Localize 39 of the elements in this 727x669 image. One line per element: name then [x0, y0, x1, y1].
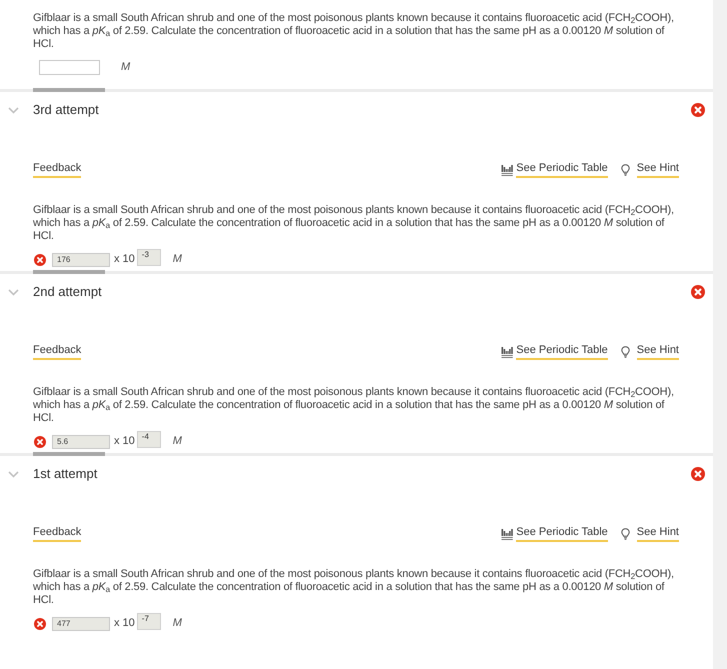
question-text: Gifblaar is a small South African shrub and one of the most poisonous plants known because it contains fluoroacetic acid (FCH$_{2}$COOH), which has a pK$_{a}$ of 2.59. Calculate the concentration of fluoroacetic acid in a solution that has the same pH as a 0.00120 M solution of HCl. [33, 386, 675, 425]
attempt-title: 3rd attempt [33, 101, 99, 120]
question-text: Gifblaar is a small South African shrub and one of the most poisonous plants known because it contains fluoroacetic acid (FCH$_{2}$COOH), which has a pK$_{a}$ of 2.59. Calculate the concentration of fluoroacetic acid in a solution that has the same pH as a 0.00120 M solution of HCl. [33, 204, 675, 243]
unit-label: M [172, 616, 182, 632]
question-text: Gifblaar is a small South African shrub and one of the most poisonous plants known because it contains fluoroacetic acid (FCH$_{2}$COOH), which has a pK$_{a}$ of 2.59. Calculate the concentration of fluoroacetic acid in a solution that has the same pH as a 0.00120 M solution of HCl. [33, 568, 675, 607]
answer-field: 477 [52, 616, 110, 630]
periodic-table-link[interactable]: See Periodic Table [516, 162, 608, 178]
answer-field[interactable] [39, 60, 100, 75]
exponent-field: -3 [136, 249, 161, 266]
periodic-table-link[interactable]: See Periodic Table [516, 526, 608, 542]
answer-field: 5.6 [52, 434, 110, 448]
chevron-icon[interactable] [8, 470, 19, 478]
periodic-table-link[interactable]: See Periodic Table [516, 344, 608, 360]
lightbulb-icon [620, 346, 630, 358]
lightbulb-icon [620, 164, 630, 176]
hint-link[interactable]: See Hint [636, 344, 679, 360]
multiplier-label: x 10 [114, 616, 135, 632]
hint-link[interactable]: See Hint [636, 526, 679, 542]
attempt-title: 1st attempt [33, 465, 98, 484]
answer-field: 176 [52, 252, 110, 266]
periodic-table-icon [501, 164, 514, 176]
periodic-table-icon [501, 528, 514, 540]
chevron-icon[interactable] [8, 288, 19, 296]
feedback-link[interactable]: Feedback [33, 526, 82, 542]
periodic-table-icon [501, 346, 514, 358]
lightbulb-icon [620, 528, 630, 540]
unit-label: M [172, 434, 182, 450]
exponent-field: -4 [136, 431, 161, 448]
hint-link[interactable]: See Hint [636, 162, 679, 178]
unit-label: M [172, 252, 182, 268]
multiplier-label: x 10 [114, 252, 135, 268]
unit-label: M [121, 60, 130, 76]
multiplier-label: x 10 [114, 434, 135, 450]
question-text: Gifblaar is a small South African shrub and one of the most poisonous plants known because it contains fluoroacetic acid (FCH$_{2}$COOH), which has a pK$_{a}$ of 2.59. Calculate the concentration of fluoroacetic acid in a solution that has the same pH as a 0.00120 M solution of HCl. [33, 12, 675, 51]
chevron-icon[interactable] [8, 106, 19, 114]
exponent-field: -7 [136, 613, 161, 630]
feedback-link[interactable]: Feedback [33, 344, 82, 360]
attempt-title: 2nd attempt [33, 283, 102, 302]
feedback-link[interactable]: Feedback [33, 162, 82, 178]
